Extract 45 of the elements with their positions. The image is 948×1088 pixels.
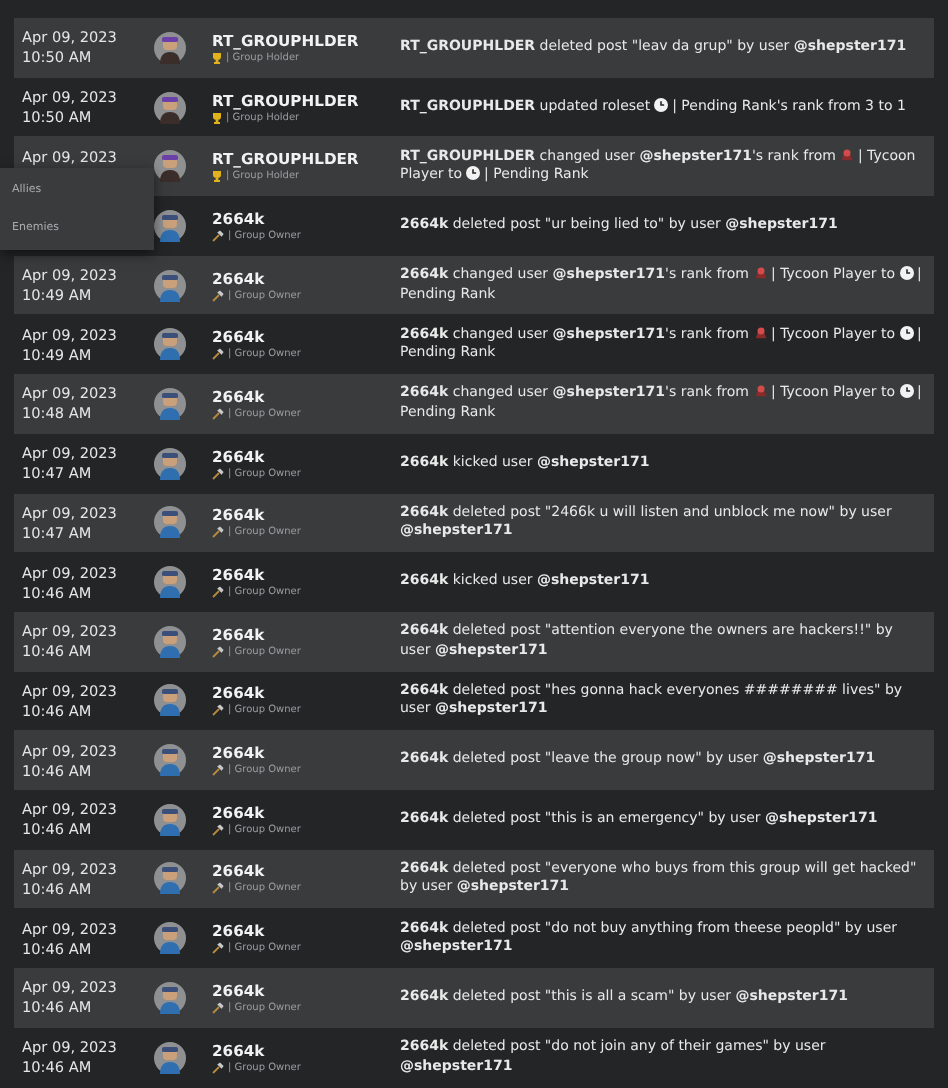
trophy-icon: [212, 51, 222, 64]
avatar: [154, 31, 186, 64]
trophy-icon: [212, 111, 222, 124]
hammer-icon: [212, 1001, 224, 1014]
avatar: [154, 328, 186, 361]
avatar: [154, 91, 186, 124]
hammer-icon: [212, 1061, 224, 1074]
hammer-icon: [212, 289, 224, 302]
avatar: [154, 862, 186, 895]
avatar: [154, 684, 186, 717]
clock-icon: [899, 266, 914, 281]
trophy-icon: [212, 170, 222, 183]
avatar: [154, 566, 186, 599]
hammer-icon: [212, 942, 224, 955]
hammer-icon: [212, 229, 224, 242]
hammer-icon: [212, 467, 224, 480]
hammer-icon: [212, 823, 224, 836]
avatar: [154, 625, 186, 658]
hammer-icon: [212, 526, 224, 539]
avatar: [154, 803, 186, 836]
hammer-icon: [212, 348, 224, 361]
hammer-icon: [212, 704, 224, 717]
avatar: [154, 506, 186, 539]
hammer-icon: [212, 586, 224, 599]
avatar: [154, 150, 186, 183]
clock-icon: [654, 97, 669, 112]
rank-emblem-icon: [753, 325, 768, 340]
hammer-icon: [212, 882, 224, 895]
rank-emblem-icon: [839, 147, 854, 162]
avatar: [154, 922, 186, 955]
avatar: [154, 1041, 186, 1074]
avatar: [154, 269, 186, 302]
clock-icon: [466, 166, 481, 181]
hammer-icon: [212, 407, 224, 420]
avatar: [154, 744, 186, 777]
clock-icon: [899, 384, 914, 399]
avatar: [154, 387, 186, 420]
avatar: [154, 209, 186, 242]
clock-icon: [899, 325, 914, 340]
hammer-icon: [212, 645, 224, 658]
avatar: [154, 447, 186, 480]
avatar: [154, 981, 186, 1014]
rank-emblem-icon: [753, 266, 768, 281]
hammer-icon: [212, 764, 224, 777]
rank-emblem-icon: [753, 384, 768, 399]
